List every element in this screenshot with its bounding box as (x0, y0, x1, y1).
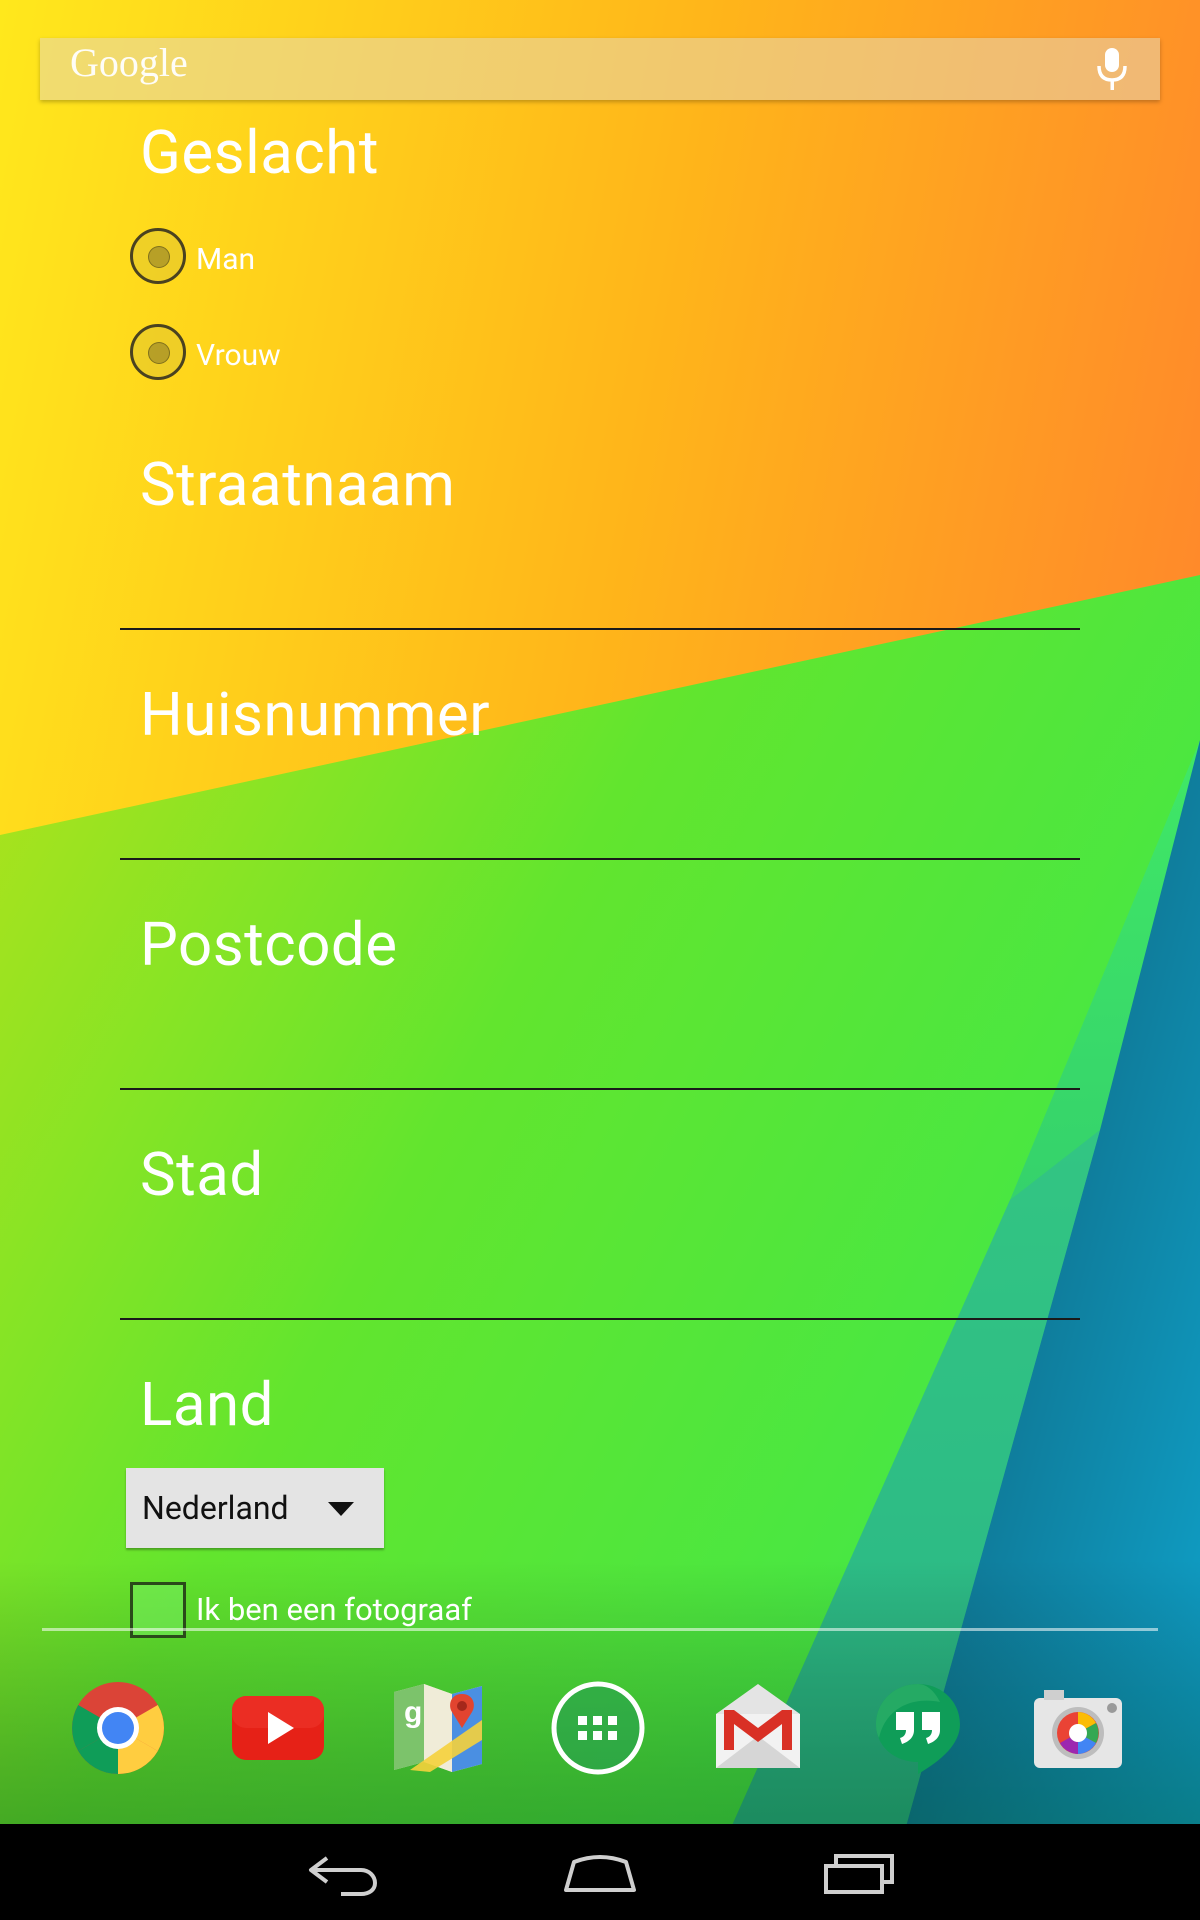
camera-icon[interactable] (1030, 1680, 1126, 1776)
country-label: Land (140, 1369, 274, 1440)
navigation-bar (0, 1824, 1200, 1920)
postcode-label: Postcode (140, 909, 398, 980)
gmail-icon[interactable] (710, 1680, 806, 1776)
radio-man-label[interactable]: Man (196, 240, 255, 280)
radio-dot (148, 342, 170, 364)
street-input[interactable] (120, 628, 1080, 630)
chrome-icon[interactable] (70, 1680, 166, 1776)
google-search-bar[interactable]: Google (40, 38, 1160, 100)
radio-man[interactable] (130, 228, 186, 284)
google-logo: Google (70, 40, 188, 85)
country-select[interactable]: Nederland (126, 1468, 384, 1548)
house-number-input[interactable] (120, 858, 1080, 860)
photographer-checkbox-label[interactable]: Ik ben een fotograaf (196, 1590, 472, 1630)
radio-vrouw[interactable] (130, 324, 186, 380)
svg-text:g: g (404, 1696, 422, 1729)
house-number-label: Huisnummer (140, 679, 491, 750)
maps-icon[interactable]: g (390, 1680, 486, 1776)
dock-divider (42, 1628, 1158, 1631)
home-icon[interactable] (560, 1844, 640, 1900)
street-label: Straatnaam (140, 449, 456, 520)
youtube-icon[interactable] (230, 1680, 326, 1776)
app-drawer-icon[interactable] (550, 1680, 646, 1776)
back-icon[interactable] (303, 1844, 383, 1900)
city-label: Stad (140, 1139, 264, 1210)
city-input[interactable] (120, 1318, 1080, 1320)
recents-icon[interactable] (818, 1844, 898, 1900)
radio-dot (148, 246, 170, 268)
country-selected-value: Nederland (142, 1489, 289, 1527)
gender-label: Geslacht (140, 117, 379, 188)
postcode-input[interactable] (120, 1088, 1080, 1090)
dropdown-arrow-icon (328, 1502, 354, 1516)
hangouts-icon[interactable] (870, 1680, 966, 1776)
microphone-icon[interactable] (1092, 46, 1132, 92)
radio-vrouw-label[interactable]: Vrouw (196, 336, 281, 376)
